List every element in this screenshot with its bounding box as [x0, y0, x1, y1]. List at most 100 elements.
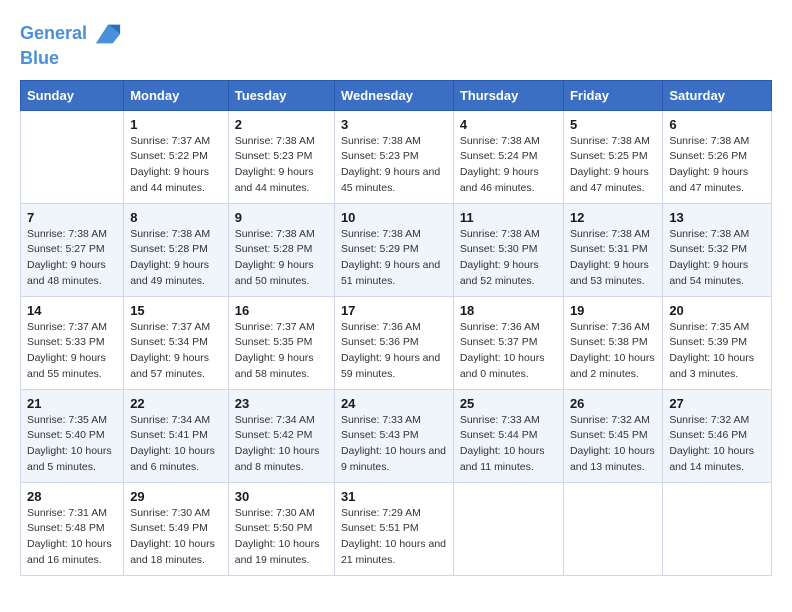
day-info: Sunrise: 7:30 AMSunset: 5:50 PMDaylight:…	[235, 506, 328, 569]
calendar-cell: 17 Sunrise: 7:36 AMSunset: 5:36 PMDayligh…	[334, 296, 453, 389]
calendar-cell: 26Sunrise: 7:32 AMSunset: 5:45 PMDayligh…	[563, 389, 662, 482]
calendar-cell: 13Sunrise: 7:38 AMSunset: 5:32 PMDayligh…	[663, 203, 772, 296]
day-number: 13	[669, 210, 765, 225]
calendar-cell: 7 Sunrise: 7:38 AMSunset: 5:27 PMDaylight…	[21, 203, 124, 296]
calendar-cell: 28 Sunrise: 7:31 AMSunset: 5:48 PMDayligh…	[21, 482, 124, 575]
day-number: 20	[669, 303, 765, 318]
day-info: Sunrise: 7:33 AMSunset: 5:43 PMDaylight:…	[341, 413, 447, 476]
day-number: 17	[341, 303, 447, 318]
calendar-cell: 27 Sunrise: 7:32 AMSunset: 5:46 PMDayligh…	[663, 389, 772, 482]
calendar-cell: 23 Sunrise: 7:34 AMSunset: 5:42 PMDayligh…	[228, 389, 334, 482]
calendar-cell: 1 Sunrise: 7:37 AMSunset: 5:22 PMDaylight…	[124, 110, 229, 203]
calendar-cell: 22 Sunrise: 7:34 AMSunset: 5:41 PMDayligh…	[124, 389, 229, 482]
day-info: Sunrise: 7:38 AMSunset: 5:24 PMDaylight:…	[460, 134, 557, 197]
day-number: 26	[570, 396, 656, 411]
day-number: 24	[341, 396, 447, 411]
calendar-cell	[663, 482, 772, 575]
calendar-cell: 29 Sunrise: 7:30 AMSunset: 5:49 PMDayligh…	[124, 482, 229, 575]
day-info: Sunrise: 7:30 AMSunset: 5:49 PMDaylight:…	[130, 506, 222, 569]
day-number: 28	[27, 489, 117, 504]
day-info: Sunrise: 7:37 AMSunset: 5:22 PMDaylight:…	[130, 134, 222, 197]
day-number: 25	[460, 396, 557, 411]
weekday-header-sunday: Sunday	[21, 80, 124, 110]
calendar-cell: 10Sunrise: 7:38 AMSunset: 5:29 PMDayligh…	[334, 203, 453, 296]
day-info: Sunrise: 7:29 AMSunset: 5:51 PMDaylight:…	[341, 506, 447, 569]
day-number: 7	[27, 210, 117, 225]
calendar-cell: 15 Sunrise: 7:37 AMSunset: 5:34 PMDayligh…	[124, 296, 229, 389]
day-info: Sunrise: 7:37 AMSunset: 5:33 PMDaylight:…	[27, 320, 117, 383]
logo-icon	[94, 20, 122, 48]
week-row-1: 1 Sunrise: 7:37 AMSunset: 5:22 PMDaylight…	[21, 110, 772, 203]
day-info: Sunrise: 7:38 AMSunset: 5:25 PMDaylight:…	[570, 134, 656, 197]
day-info: Sunrise: 7:38 AMSunset: 5:28 PMDaylight:…	[130, 227, 222, 290]
weekday-header-tuesday: Tuesday	[228, 80, 334, 110]
day-number: 9	[235, 210, 328, 225]
week-row-5: 28 Sunrise: 7:31 AMSunset: 5:48 PMDayligh…	[21, 482, 772, 575]
calendar-cell: 14 Sunrise: 7:37 AMSunset: 5:33 PMDayligh…	[21, 296, 124, 389]
day-number: 11	[460, 210, 557, 225]
calendar-cell: 3Sunrise: 7:38 AMSunset: 5:23 PMDaylight…	[334, 110, 453, 203]
day-number: 27	[669, 396, 765, 411]
day-number: 16	[235, 303, 328, 318]
weekday-header-thursday: Thursday	[453, 80, 563, 110]
day-number: 10	[341, 210, 447, 225]
day-number: 2	[235, 117, 328, 132]
day-info: Sunrise: 7:38 AMSunset: 5:26 PMDaylight:…	[669, 134, 765, 197]
weekday-header-monday: Monday	[124, 80, 229, 110]
day-number: 12	[570, 210, 656, 225]
calendar-cell: 12 Sunrise: 7:38 AMSunset: 5:31 PMDayligh…	[563, 203, 662, 296]
calendar-table: SundayMondayTuesdayWednesdayThursdayFrid…	[20, 80, 772, 576]
calendar-cell: 20 Sunrise: 7:35 AMSunset: 5:39 PMDayligh…	[663, 296, 772, 389]
day-info: Sunrise: 7:34 AMSunset: 5:42 PMDaylight:…	[235, 413, 328, 476]
weekday-header-wednesday: Wednesday	[334, 80, 453, 110]
day-number: 4	[460, 117, 557, 132]
calendar-cell: 24 Sunrise: 7:33 AMSunset: 5:43 PMDayligh…	[334, 389, 453, 482]
calendar-cell: 2 Sunrise: 7:38 AMSunset: 5:23 PMDaylight…	[228, 110, 334, 203]
day-number: 29	[130, 489, 222, 504]
day-number: 30	[235, 489, 328, 504]
day-number: 19	[570, 303, 656, 318]
calendar-cell	[453, 482, 563, 575]
day-number: 22	[130, 396, 222, 411]
day-number: 14	[27, 303, 117, 318]
day-info: Sunrise: 7:36 AMSunset: 5:38 PMDaylight:…	[570, 320, 656, 383]
weekday-header-row: SundayMondayTuesdayWednesdayThursdayFrid…	[21, 80, 772, 110]
day-info: Sunrise: 7:38 AMSunset: 5:31 PMDaylight:…	[570, 227, 656, 290]
week-row-2: 7 Sunrise: 7:38 AMSunset: 5:27 PMDaylight…	[21, 203, 772, 296]
logo-blue: Blue	[20, 48, 59, 68]
day-number: 5	[570, 117, 656, 132]
week-row-3: 14 Sunrise: 7:37 AMSunset: 5:33 PMDayligh…	[21, 296, 772, 389]
day-info: Sunrise: 7:36 AMSunset: 5:37 PMDaylight:…	[460, 320, 557, 383]
calendar-cell	[21, 110, 124, 203]
day-number: 1	[130, 117, 222, 132]
calendar-cell: 30 Sunrise: 7:30 AMSunset: 5:50 PMDayligh…	[228, 482, 334, 575]
calendar-cell: 11Sunrise: 7:38 AMSunset: 5:30 PMDayligh…	[453, 203, 563, 296]
day-number: 18	[460, 303, 557, 318]
day-info: Sunrise: 7:36 AMSunset: 5:36 PMDaylight:…	[341, 320, 447, 383]
weekday-header-friday: Friday	[563, 80, 662, 110]
calendar-cell: 19 Sunrise: 7:36 AMSunset: 5:38 PMDayligh…	[563, 296, 662, 389]
calendar-cell	[563, 482, 662, 575]
logo-general: General	[20, 23, 87, 43]
day-info: Sunrise: 7:32 AMSunset: 5:46 PMDaylight:…	[669, 413, 765, 476]
calendar-cell: 8 Sunrise: 7:38 AMSunset: 5:28 PMDaylight…	[124, 203, 229, 296]
day-info: Sunrise: 7:38 AMSunset: 5:28 PMDaylight:…	[235, 227, 328, 290]
day-info: Sunrise: 7:35 AMSunset: 5:39 PMDaylight:…	[669, 320, 765, 383]
calendar-cell: 5 Sunrise: 7:38 AMSunset: 5:25 PMDaylight…	[563, 110, 662, 203]
day-info: Sunrise: 7:31 AMSunset: 5:48 PMDaylight:…	[27, 506, 117, 569]
calendar-cell: 9 Sunrise: 7:38 AMSunset: 5:28 PMDaylight…	[228, 203, 334, 296]
day-info: Sunrise: 7:37 AMSunset: 5:34 PMDaylight:…	[130, 320, 222, 383]
day-number: 3	[341, 117, 447, 132]
day-number: 21	[27, 396, 117, 411]
day-info: Sunrise: 7:37 AMSunset: 5:35 PMDaylight:…	[235, 320, 328, 383]
calendar-cell: 31Sunrise: 7:29 AMSunset: 5:51 PMDayligh…	[334, 482, 453, 575]
day-info: Sunrise: 7:34 AMSunset: 5:41 PMDaylight:…	[130, 413, 222, 476]
day-number: 15	[130, 303, 222, 318]
logo: General Blue	[20, 20, 122, 70]
day-info: Sunrise: 7:38 AMSunset: 5:23 PMDaylight:…	[235, 134, 328, 197]
day-info: Sunrise: 7:38 AMSunset: 5:27 PMDaylight:…	[27, 227, 117, 290]
calendar-cell: 4 Sunrise: 7:38 AMSunset: 5:24 PMDaylight…	[453, 110, 563, 203]
calendar-cell: 6Sunrise: 7:38 AMSunset: 5:26 PMDaylight…	[663, 110, 772, 203]
day-number: 23	[235, 396, 328, 411]
day-number: 8	[130, 210, 222, 225]
